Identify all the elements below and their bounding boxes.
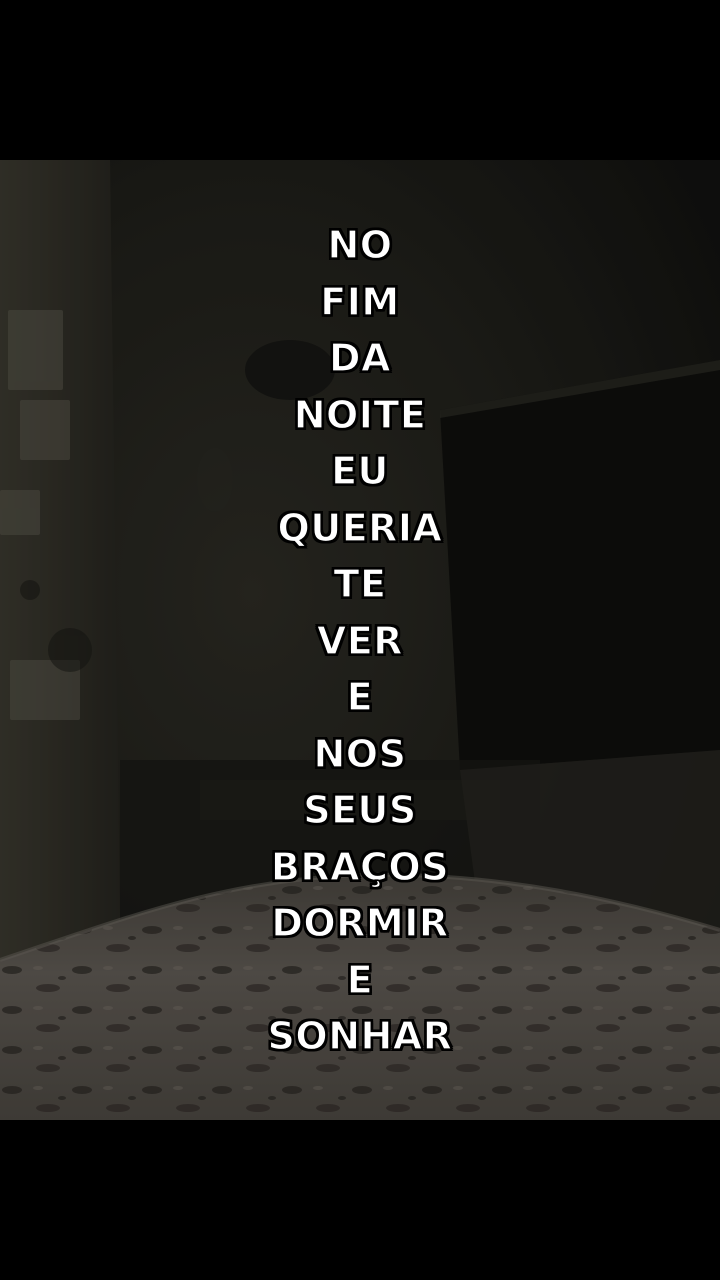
letterbox-bottom	[0, 1120, 720, 1280]
poem-word: DORMIR	[271, 900, 449, 945]
poem-word: E	[346, 674, 374, 719]
poem-word: NO	[327, 222, 393, 267]
poem-text-overlay: NO FIM DA NOITE EU QUERIA TE VER E NOS S…	[0, 220, 720, 1068]
poem-word: EU	[330, 448, 389, 493]
poem-word: DA	[328, 335, 391, 380]
letterbox-top	[0, 0, 720, 160]
poem-word: TE	[333, 561, 387, 606]
poem-word: FIM	[320, 279, 400, 324]
poem-word: SONHAR	[267, 1013, 453, 1058]
poem-word: BRAÇOS	[270, 844, 450, 889]
poem-word: SEUS	[303, 787, 417, 832]
poem-word: VER	[316, 618, 404, 663]
poem-word: QUERIA	[277, 505, 443, 550]
poem-word: E	[346, 957, 374, 1002]
poem-word: NOS	[313, 731, 407, 776]
poem-word: NOITE	[293, 392, 427, 437]
